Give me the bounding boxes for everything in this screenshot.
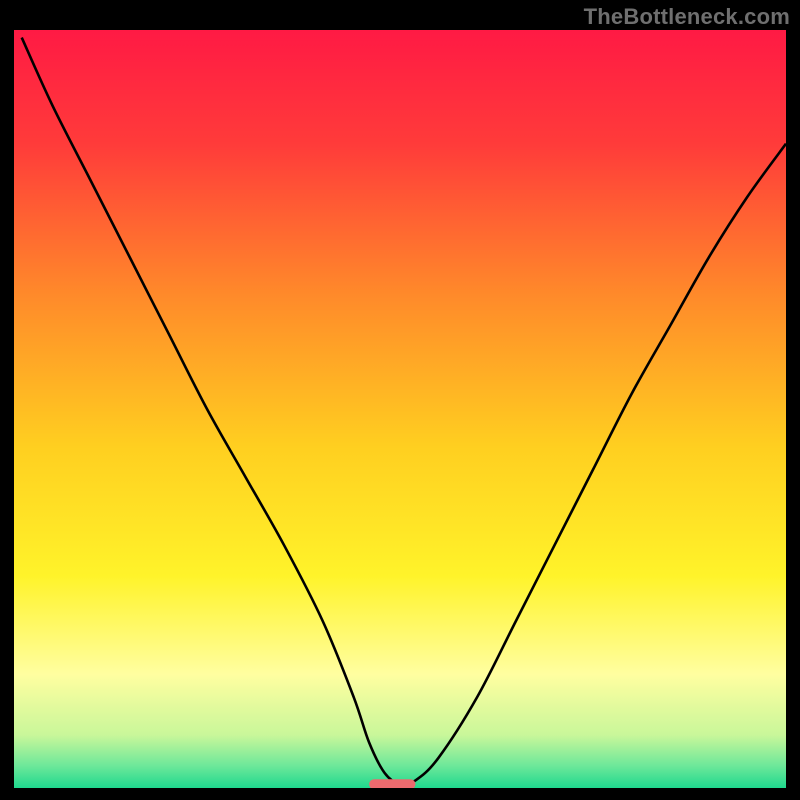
watermark-label: TheBottleneck.com (584, 4, 790, 30)
plot-background (14, 30, 786, 788)
chart-frame: TheBottleneck.com (0, 0, 800, 800)
bottleneck-plot-svg (14, 30, 786, 788)
bottom-marker (369, 779, 415, 788)
bottleneck-plot (14, 30, 786, 788)
